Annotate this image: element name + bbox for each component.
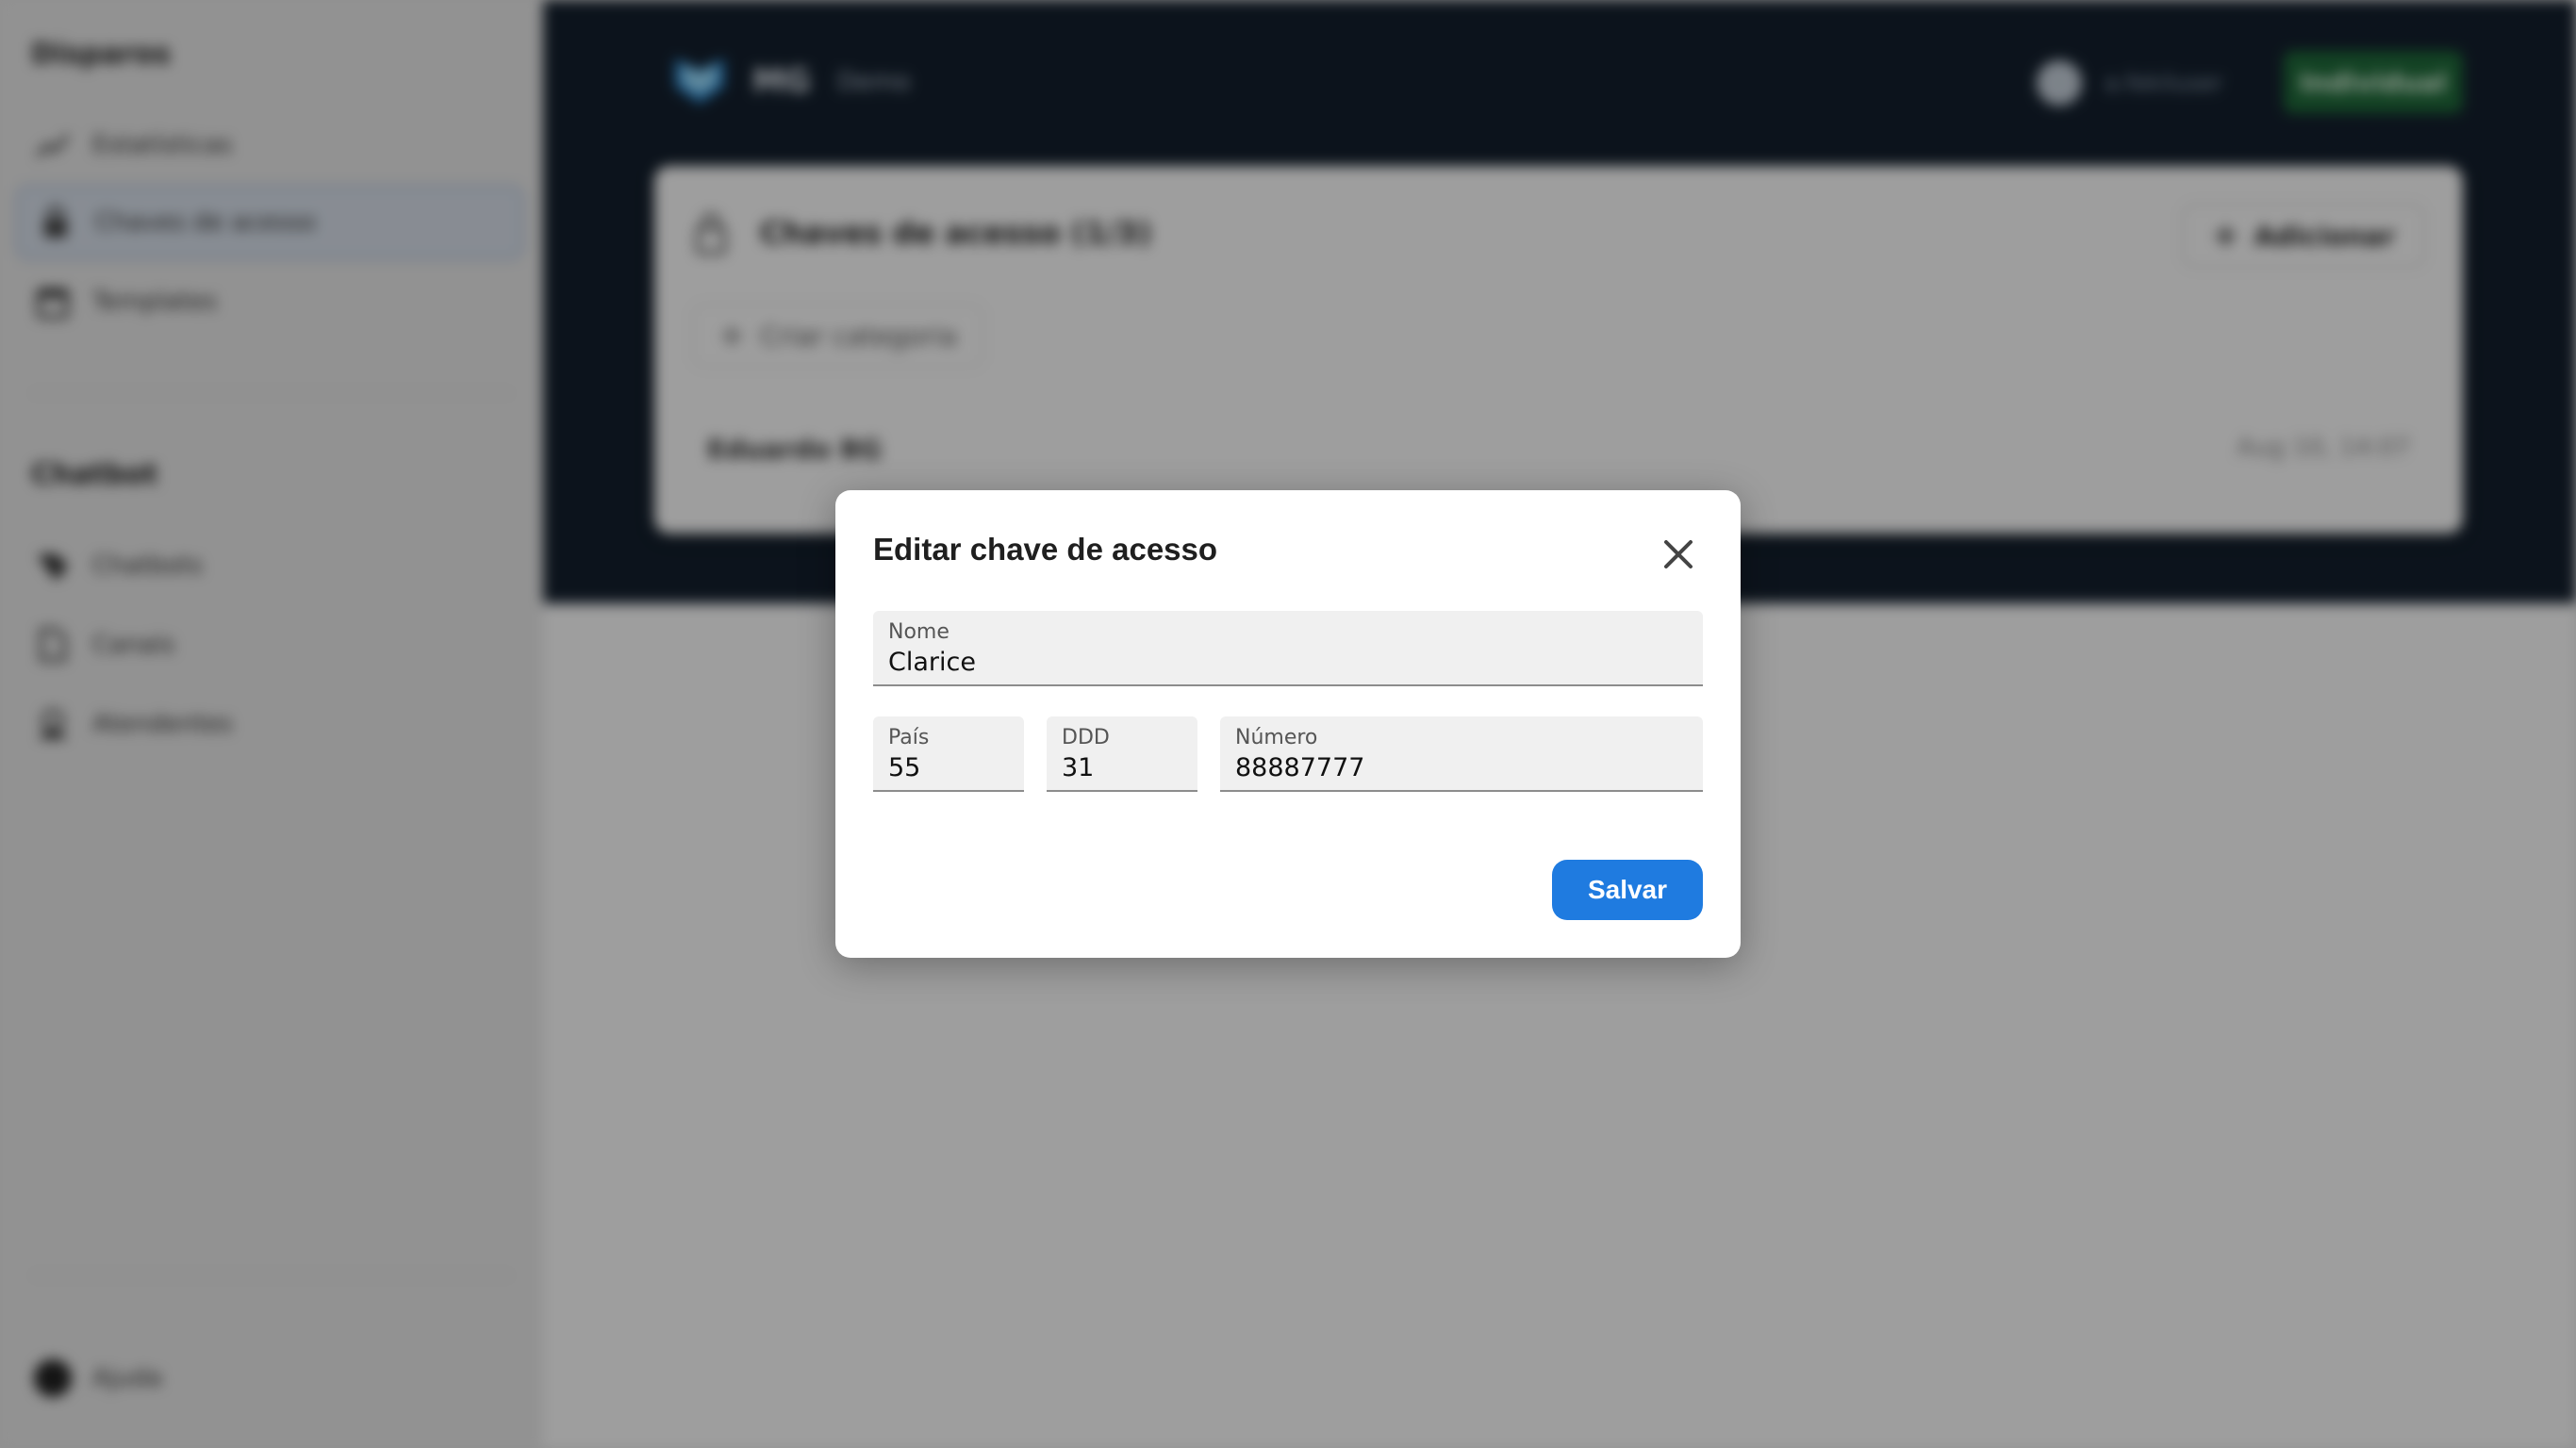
ddd-input[interactable] <box>1062 750 1182 784</box>
ddd-label: DDD <box>1062 726 1110 749</box>
pais-input[interactable] <box>888 750 1009 784</box>
close-button[interactable] <box>1652 528 1705 581</box>
save-button[interactable]: Salvar <box>1552 860 1703 920</box>
nome-input[interactable] <box>888 645 1688 679</box>
dialog-title: Editar chave de acesso <box>873 532 1218 567</box>
numero-label: Número <box>1235 726 1318 749</box>
pais-field[interactable]: País <box>873 716 1024 792</box>
nome-label: Nome <box>888 620 949 644</box>
numero-input[interactable] <box>1235 750 1688 784</box>
edit-access-key-dialog: Editar chave de acesso Nome País DDD Núm… <box>835 490 1741 958</box>
close-icon <box>1664 540 1693 568</box>
ddd-field[interactable]: DDD <box>1047 716 1197 792</box>
numero-field[interactable]: Número <box>1220 716 1703 792</box>
pais-label: País <box>888 726 930 749</box>
nome-field[interactable]: Nome <box>873 611 1703 686</box>
